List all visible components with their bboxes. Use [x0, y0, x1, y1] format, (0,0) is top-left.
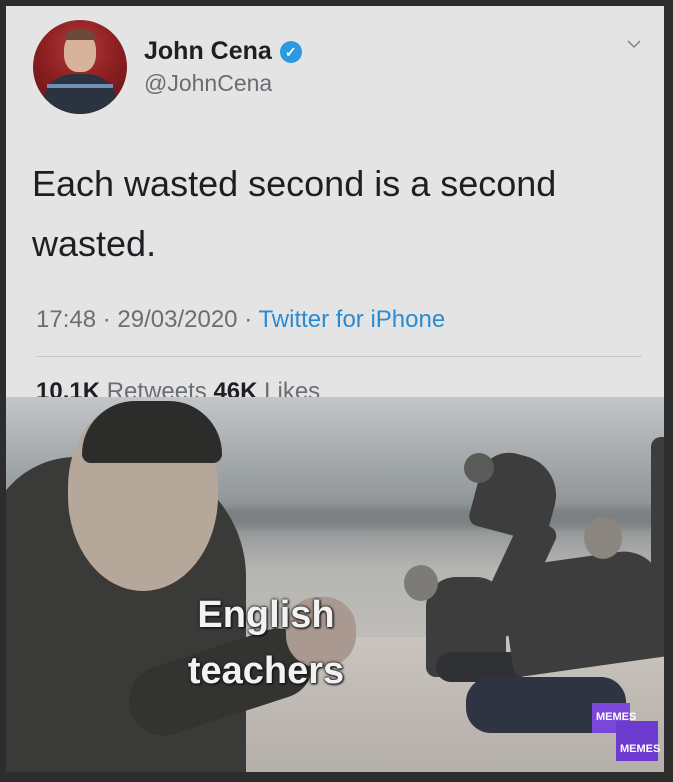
- verified-badge-icon: ✓: [279, 40, 302, 63]
- meme-photo: English teachers MEMES MEMES: [6, 397, 664, 772]
- avatar[interactable]: [33, 20, 127, 114]
- author-name-row: John Cena ✓: [144, 37, 302, 66]
- avatar-shirt-stripe: [47, 84, 113, 88]
- caption-line-2: teachers: [187, 650, 345, 692]
- tweet-card: John Cena ✓ @JohnCena Each wasted second…: [6, 6, 664, 772]
- background-man-standing-head: [464, 453, 494, 483]
- meta-separator: ·: [244, 306, 253, 333]
- screenshot-frame: John Cena ✓ @JohnCena Each wasted second…: [0, 0, 673, 782]
- memes-watermark-logo: MEMES MEMES: [592, 703, 661, 761]
- watermark-text: MEMES: [596, 711, 637, 723]
- tweet-meta: 17:48 · 29/03/2020 · Twitter for iPhone: [36, 306, 445, 334]
- foreground-man-hair: [82, 401, 222, 463]
- watermark-square: [616, 721, 658, 761]
- divider: [36, 356, 642, 357]
- background-man-kneeling-head: [404, 565, 438, 601]
- watermark-text: MEMES: [620, 743, 661, 755]
- author-handle[interactable]: @JohnCena: [144, 70, 272, 97]
- meme-caption: English teachers: [161, 587, 371, 699]
- tweet-date[interactable]: 29/03/2020: [117, 306, 237, 333]
- chevron-down-icon[interactable]: [626, 36, 642, 52]
- avatar-hair: [64, 30, 96, 40]
- caption-line-1: English: [197, 594, 335, 636]
- avatar-body: [43, 74, 117, 114]
- meta-separator: ·: [102, 306, 111, 333]
- tweet-text: Each wasted second is a second wasted.: [32, 163, 557, 264]
- author-name[interactable]: John Cena: [144, 37, 272, 66]
- bottom-border: [0, 772, 673, 782]
- tweet-source[interactable]: Twitter for iPhone: [258, 306, 445, 333]
- background-man-shouting-head: [584, 517, 622, 559]
- tweet-time[interactable]: 17:48: [36, 306, 96, 333]
